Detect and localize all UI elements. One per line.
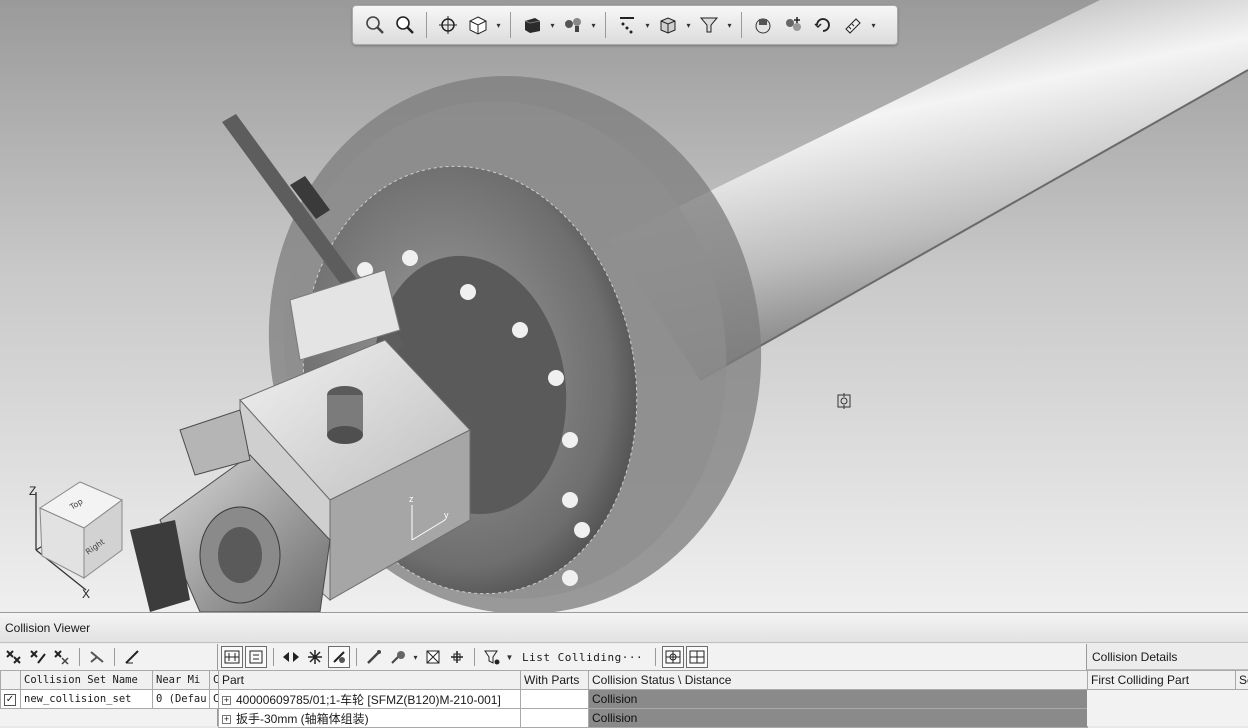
lighting-dropdown-icon[interactable]: ▾ — [589, 21, 598, 30]
filter-dropdown-icon[interactable]: ▼ — [505, 653, 514, 662]
collision-sets-header-row: Collision Set Name Near Mi C — [1, 671, 219, 690]
toolbar-separator — [114, 648, 115, 666]
expand-row-icon[interactable]: + — [222, 696, 231, 705]
shaded-box-icon[interactable] — [518, 11, 546, 39]
measure-icon[interactable] — [839, 11, 867, 39]
column-header-near-miss[interactable]: Near Mi — [153, 671, 210, 690]
triad-z-label: Z — [29, 484, 36, 498]
snap-points-icon[interactable] — [613, 11, 641, 39]
colliding-parts-pane: ▾ ▼ List Colliding··· — [218, 644, 1087, 726]
selection-filter-dropdown-icon[interactable]: ▾ — [725, 21, 734, 30]
snowflake-icon[interactable] — [304, 646, 326, 668]
collision-sets-pane: Collision Set Name Near Mi C ✓ new_colli… — [0, 644, 218, 726]
display-part-dropdown-icon[interactable]: ▾ — [684, 21, 693, 30]
toolbar-separator — [474, 648, 475, 666]
local-axis-z-label: z — [409, 494, 414, 504]
collision-options-icon[interactable] — [121, 646, 143, 668]
column-header-second-colliding-part[interactable]: Se — [1236, 671, 1248, 690]
local-axis-y-label: y — [444, 510, 449, 520]
part-name: 扳手-30mm (轴箱体组装) — [236, 712, 369, 726]
toolbar-separator — [741, 12, 742, 38]
toolbar-separator — [426, 12, 427, 38]
section-view-icon[interactable] — [422, 646, 444, 668]
show-part-dropdown-icon[interactable]: ▾ — [411, 653, 420, 662]
column-header-part[interactable]: Part — [219, 671, 521, 690]
refresh-view-icon[interactable] — [809, 11, 837, 39]
selection-filter-icon[interactable] — [695, 11, 723, 39]
lighting-icon[interactable] — [559, 11, 587, 39]
view-cube-icon[interactable] — [464, 11, 492, 39]
set-enabled-checkbox[interactable]: ✓ — [1, 690, 21, 709]
table-row[interactable]: ✓ new_collision_set 0 (Defau C — [1, 690, 219, 709]
collision-status-cell: Collision — [589, 690, 1088, 709]
view-toolbar: ▾ ▾ ▾ ▾ ▾ ▾ — [352, 5, 898, 45]
highlight-part-icon[interactable] — [363, 646, 385, 668]
part-name: 40000609785/01;1-车轮 [SFMZ(B120)M-210-001… — [236, 693, 501, 707]
collision-status-cell: Collision — [589, 709, 1088, 728]
add-component-icon[interactable] — [779, 11, 807, 39]
add-collision-set-icon[interactable] — [3, 646, 25, 668]
collision-details-pane: Collision Details First Colliding Part S… — [1087, 644, 1248, 726]
table-row[interactable]: +40000609785/01;1-车轮 [SFMZ(B120)M-210-00… — [219, 690, 1088, 709]
toolbar-separator — [79, 648, 80, 666]
colliding-parts-table: Part With Parts Collision Status \ Dista… — [218, 670, 1088, 728]
expand-row-icon[interactable]: + — [222, 715, 231, 724]
part-cell[interactable]: +40000609785/01;1-车轮 [SFMZ(B120)M-210-00… — [219, 690, 521, 709]
collision-viewer-panel: Collision Viewer — [0, 612, 1248, 726]
edit-collision-set-icon[interactable] — [27, 646, 49, 668]
collision-details-header-row: First Colliding Part Se — [1088, 671, 1248, 690]
expand-all-icon[interactable] — [245, 646, 267, 668]
collision-mode-icon[interactable] — [86, 646, 108, 668]
view-cube-dropdown-icon[interactable]: ▾ — [494, 21, 503, 30]
checkbox-column-header — [1, 671, 21, 690]
with-parts-cell — [521, 690, 589, 709]
toolbar-separator — [605, 12, 606, 38]
collision-sets-toolbar — [0, 644, 217, 670]
collide-arrows-icon[interactable] — [280, 646, 302, 668]
toolbar-separator — [356, 648, 357, 666]
grid-view-icon[interactable] — [662, 646, 684, 668]
delete-collision-set-icon[interactable] — [51, 646, 73, 668]
split-view-icon[interactable] — [686, 646, 708, 668]
show-part-icon[interactable] — [387, 646, 409, 668]
snap-points-dropdown-icon[interactable]: ▾ — [643, 21, 652, 30]
measure-dropdown-icon[interactable]: ▾ — [869, 21, 878, 30]
orient-target-icon[interactable] — [434, 11, 462, 39]
colliding-parts-toolbar: ▾ ▼ List Colliding··· — [218, 644, 1086, 670]
recalculate-icon[interactable] — [446, 646, 468, 668]
collision-sets-table: Collision Set Name Near Mi C ✓ new_colli… — [0, 670, 219, 709]
collision-viewer-title: Collision Viewer — [0, 613, 1248, 643]
display-part-icon[interactable] — [654, 11, 682, 39]
with-parts-cell — [521, 709, 589, 728]
checkbox-check-icon[interactable]: ✓ — [4, 694, 16, 706]
triad-x-label: X — [82, 587, 90, 601]
graphics-viewport[interactable]: z y Z Y X Top Right — [0, 0, 1248, 612]
column-header-with-parts[interactable]: With Parts — [521, 671, 589, 690]
toolbar-separator — [273, 648, 274, 666]
shaded-box-dropdown-icon[interactable]: ▾ — [548, 21, 557, 30]
column-header-collision-status[interactable]: Collision Status \ Distance — [589, 671, 1088, 690]
collapse-all-icon[interactable] — [221, 646, 243, 668]
collision-details-title: Collision Details — [1087, 644, 1248, 670]
zoom-fit-icon[interactable] — [391, 11, 419, 39]
list-colliding-dropdown[interactable]: List Colliding··· — [522, 651, 643, 664]
near-miss-value: 0 (Defau — [153, 690, 210, 709]
part-cell[interactable]: + 扳手-30mm (轴箱体组装) — [219, 709, 521, 728]
collision-set-name[interactable]: new_collision_set — [21, 690, 153, 709]
wheelset-model[interactable]: z y Z Y X Top Right — [0, 0, 1248, 612]
zoom-in-icon[interactable] — [361, 11, 389, 39]
toolbar-separator — [655, 648, 656, 666]
colliding-parts-header-row: Part With Parts Collision Status \ Dista… — [219, 671, 1088, 690]
column-header-collision-set-name[interactable]: Collision Set Name — [21, 671, 153, 690]
column-header-first-colliding-part[interactable]: First Colliding Part — [1088, 671, 1236, 690]
interference-icon[interactable] — [328, 646, 350, 668]
show-hide-icon[interactable] — [749, 11, 777, 39]
toolbar-separator — [510, 12, 511, 38]
snap-cursor-icon — [836, 393, 852, 409]
table-row[interactable]: + 扳手-30mm (轴箱体组装) Collision — [219, 709, 1088, 728]
filter-icon[interactable] — [481, 646, 503, 668]
collision-details-table: First Colliding Part Se — [1087, 670, 1248, 690]
